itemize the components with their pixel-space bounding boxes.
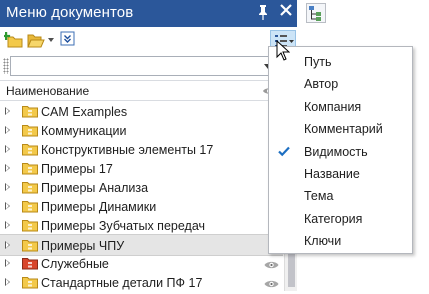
grip-handle[interactable] (3, 58, 9, 74)
table-header: Наименование (0, 80, 283, 101)
tree-row-label: Примеры Динамики (41, 200, 157, 214)
expand-arrow-icon[interactable] (5, 126, 10, 134)
tree-row-label: Примеры Анализа (41, 181, 149, 195)
open-folder-icon[interactable] (27, 31, 45, 51)
tree-row-label: Примеры 17 (41, 162, 113, 176)
columns-dropdown-menu: Путь Автор Компания Комментарий Видимость Наз… (268, 46, 413, 254)
tree-row-label: Примеры Зубчатых передач (41, 219, 206, 233)
panel-title: Меню документов (6, 4, 134, 21)
tree-icon[interactable] (306, 3, 326, 23)
folder-icon (22, 162, 38, 175)
menu-item-label: Автор (304, 77, 339, 92)
menu-item-label: Ключи (304, 234, 342, 249)
tree-row-label: Коммуникации (41, 124, 127, 138)
folder-icon (22, 219, 38, 232)
menu-item[interactable]: Комментарий (269, 118, 412, 140)
filter-row (0, 54, 297, 79)
close-icon[interactable] (278, 3, 294, 21)
menu-item[interactable]: Тема (269, 185, 412, 207)
folder-icon (22, 143, 38, 156)
folder-icon (22, 276, 38, 289)
folder-icon (22, 124, 38, 137)
open-dropdown-arrow[interactable] (48, 38, 54, 42)
menu-item[interactable]: Компания (269, 96, 412, 118)
mouse-cursor-icon (276, 39, 291, 62)
expand-arrow-icon[interactable] (5, 259, 10, 267)
column-header-name[interactable]: Наименование (6, 84, 89, 98)
menu-item-label: Комментарий (304, 122, 383, 137)
folder-icon (22, 105, 38, 118)
menu-item[interactable]: Видимость (269, 141, 412, 163)
collapse-icon[interactable] (60, 31, 76, 51)
expand-arrow-icon[interactable] (5, 241, 10, 249)
eye-icon[interactable] (264, 259, 279, 269)
new-folder-icon[interactable] (2, 31, 24, 51)
expand-arrow-icon[interactable] (5, 145, 10, 153)
menu-item[interactable]: Автор (269, 73, 412, 95)
menu-item-label: Путь (304, 55, 332, 69)
tree-row-label: Конструктивные элементы 17 (41, 143, 214, 157)
folder-icon (22, 181, 38, 194)
menu-item[interactable]: Ключи (269, 230, 412, 252)
expand-arrow-icon[interactable] (5, 278, 10, 286)
tree-row-label: Примеры ЧПУ (41, 239, 125, 253)
expand-arrow-icon[interactable] (5, 107, 10, 115)
menu-item-label: Компания (304, 99, 362, 114)
menu-item[interactable]: Путь (269, 51, 412, 73)
document-tree: CAM Examples Коммуникации Конструктивные э… (0, 101, 283, 291)
expand-arrow-icon[interactable] (5, 202, 10, 210)
tree-row-label: Стандартные детали ПФ 17 (41, 276, 203, 290)
menu-item-label: Видимость (304, 144, 368, 159)
expand-arrow-icon[interactable] (5, 164, 10, 172)
document-menu-panel: Меню документов Наименование CAM Example… (0, 0, 297, 291)
tree-row-label: CAM Examples (41, 105, 128, 119)
filter-combobox[interactable] (10, 56, 277, 76)
folder-icon (22, 239, 38, 252)
pin-icon[interactable] (256, 4, 270, 22)
menu-item-label: Название (304, 167, 360, 181)
expand-arrow-icon[interactable] (5, 221, 10, 229)
menu-item[interactable]: Категория (269, 208, 412, 230)
eye-icon[interactable] (264, 278, 279, 288)
menu-item[interactable]: Название (269, 163, 412, 185)
expand-arrow-icon[interactable] (5, 183, 10, 191)
checkmark-icon (277, 144, 291, 158)
menu-item-label: Категория (304, 211, 363, 226)
tree-row-label: Служебные (41, 257, 109, 271)
panel-titlebar: Меню документов (0, 0, 297, 27)
folder-icon (22, 200, 38, 213)
red-folder-icon (22, 257, 38, 270)
menu-item-label: Тема (304, 189, 334, 204)
panel-toolbar (0, 27, 297, 54)
